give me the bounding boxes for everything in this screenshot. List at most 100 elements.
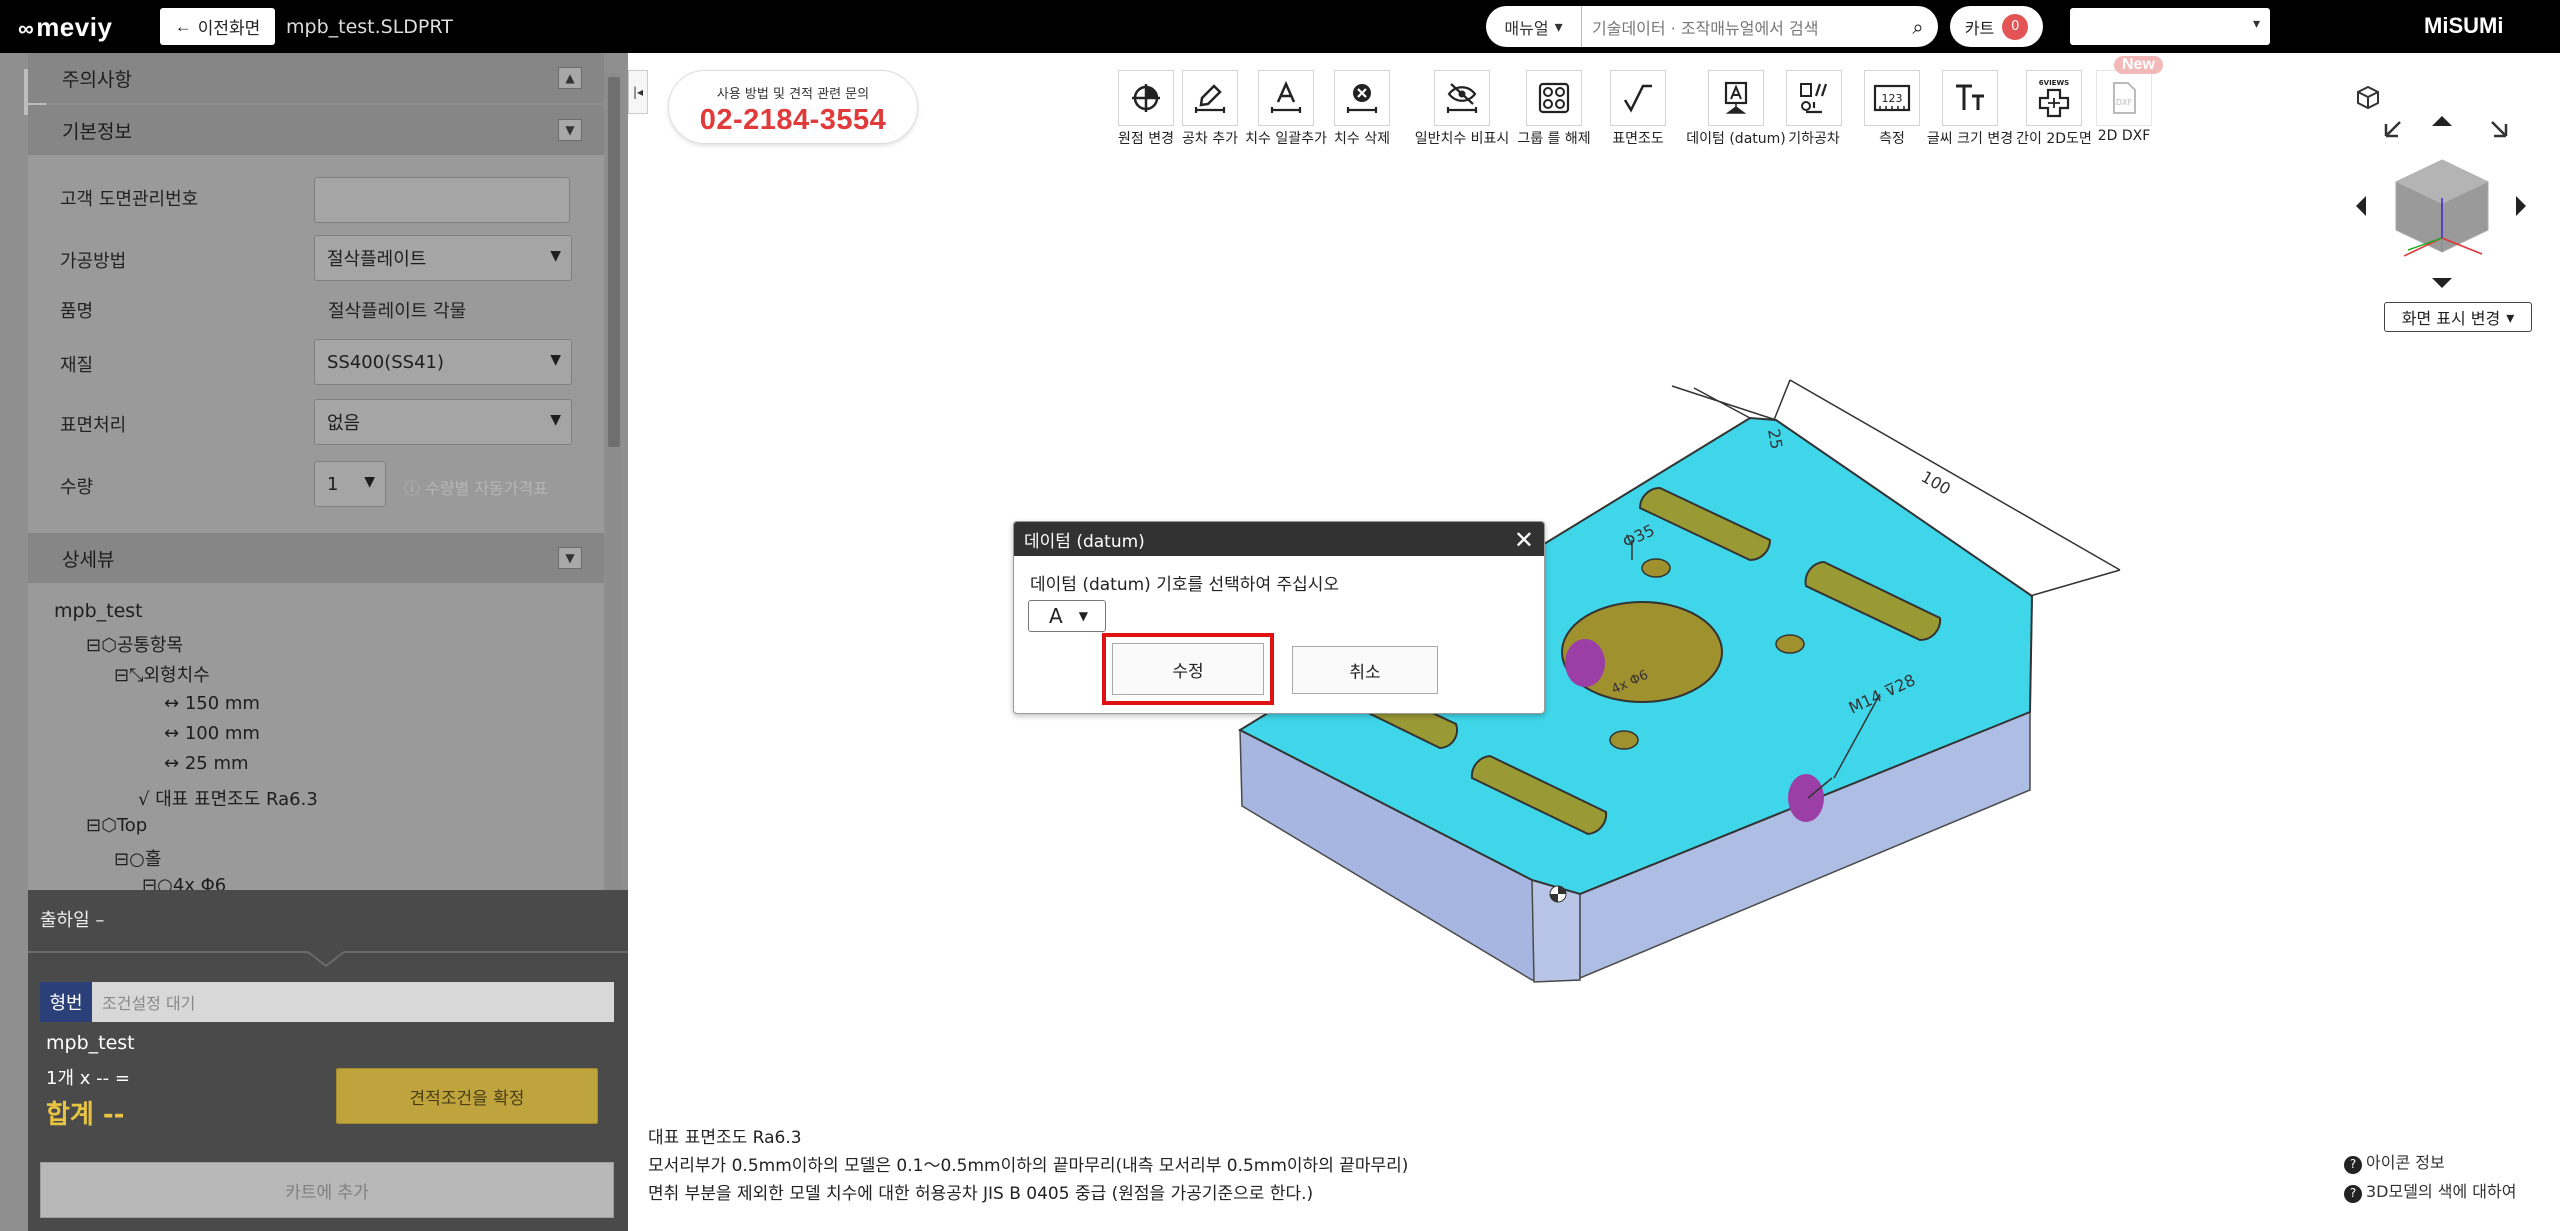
collapse-icon: ⊟: [142, 875, 158, 891]
add-to-cart-button[interactable]: 카트에 추가: [40, 1162, 614, 1218]
tool-label: 치수 일괄추가: [1245, 131, 1327, 147]
tree-outer[interactable]: ⊟⤡외형치수: [114, 661, 210, 687]
delete-dimension-button[interactable]: [1334, 70, 1390, 126]
view-cube[interactable]: [2340, 78, 2540, 308]
rotate-right-arrow-icon[interactable]: [2516, 196, 2526, 216]
dxf-button[interactable]: DXF: [2096, 70, 2152, 126]
contact-phone: 02-2184-3554: [699, 104, 887, 136]
chevron-down-icon[interactable]: ▼: [558, 547, 582, 569]
dim-25-label[interactable]: 25: [1764, 427, 1786, 450]
datum-symbol-select[interactable]: A ▼: [1028, 600, 1106, 632]
ship-date-label: 출하일 –: [40, 910, 105, 931]
part-hole-purple: [1565, 639, 1605, 687]
tree-z[interactable]: ↔ 25 mm: [164, 753, 249, 774]
part-number-tag: 형번: [40, 982, 92, 1022]
ungroup-button[interactable]: [1526, 70, 1582, 126]
tree-roughness[interactable]: √ 대표 표면조도 Ra6.3: [138, 785, 318, 811]
pencil-icon: [1194, 84, 1226, 113]
surface-roughness-button[interactable]: [1610, 70, 1666, 126]
tool-label: 공차 추가: [1182, 131, 1238, 147]
dxf-file-icon: DXF: [2113, 82, 2136, 114]
svg-text:DXF: DXF: [2116, 98, 2133, 107]
tool-label: 표면조도: [1612, 131, 1664, 147]
sidebar-scroll-thumb[interactable]: [608, 77, 620, 447]
hide-general-dimension-button[interactable]: [1434, 70, 1490, 126]
datum-symbol-value: A: [1049, 604, 1063, 628]
font-size-button[interactable]: [1942, 70, 1998, 126]
cart-button[interactable]: 카트 0: [1950, 6, 2043, 47]
help-icon: ?: [2344, 1184, 2362, 1203]
edit-button[interactable]: 수정: [1112, 643, 1264, 695]
z-dim-icon: ↔: [164, 753, 185, 774]
tool-label: 원점 변경: [1118, 131, 1174, 147]
product-value: 절삭플레이트 각물: [328, 301, 467, 322]
tree-top[interactable]: ⊟⬡Top: [86, 815, 147, 836]
chevron-down-icon[interactable]: ▼: [558, 119, 582, 141]
search-icon[interactable]: ⌕: [1898, 15, 1938, 39]
collapse-sidebar-icon[interactable]: |◂: [628, 70, 648, 114]
tree-x[interactable]: ↔ 150 mm: [164, 693, 260, 714]
svg-text:123: 123: [1882, 92, 1903, 105]
tree-hole-label: 홀: [144, 849, 162, 870]
meviy-logo[interactable]: ∞meviy: [18, 12, 112, 43]
surface-label: 표면처리: [60, 415, 127, 436]
letter-a-dimension-icon: [1270, 80, 1302, 113]
model-color-link[interactable]: ? 3D모델의 색에 대하여: [2344, 1177, 2516, 1206]
confirm-quote-button[interactable]: 견적조건을 확정: [336, 1068, 598, 1124]
misumi-logo[interactable]: MiSUMi: [2424, 13, 2503, 39]
contact-box: 사용 방법 및 견적 관련 문의 02-2184-3554: [668, 70, 918, 144]
qty-price-link[interactable]: ⓘ 수량별 자동가격표: [404, 475, 548, 499]
cube-icon: ⬡: [101, 815, 117, 836]
cube-icon[interactable]: [2395, 159, 2489, 257]
detail-view-title: 상세뷰: [62, 548, 115, 571]
geometric-tolerance-button[interactable]: [1786, 70, 1842, 126]
origin-marker-icon: [1549, 885, 1567, 903]
qty-select[interactable]: 1 ▼: [314, 461, 386, 507]
rotate-right-icon[interactable]: [2491, 121, 2508, 138]
customer-no-input[interactable]: [314, 177, 570, 223]
cancel-button[interactable]: 취소: [1292, 646, 1438, 694]
tree-outer-label: 외형치수: [143, 665, 210, 686]
simple-2d-drawing-button[interactable]: 6VIEWS: [2026, 70, 2082, 126]
tree-y[interactable]: ↔ 100 mm: [164, 723, 260, 744]
search-box: 매뉴얼 ▾ 기술데이터 · 조작매뉴얼에서 검색 ⌕: [1486, 6, 1938, 47]
process-select[interactable]: 절삭플레이트 ▼: [314, 235, 572, 281]
chevron-down-icon: ▼: [550, 248, 561, 264]
close-icon[interactable]: ✕: [1514, 526, 1534, 554]
order-panel: 출하일 – 형번 조건설정 대기 mpb_test 1개 x -- = 합계 -…: [28, 890, 628, 1231]
basic-info-section-header[interactable]: 기본정보 ▼: [28, 105, 604, 155]
datum-button[interactable]: [1708, 70, 1764, 126]
search-input[interactable]: 기술데이터 · 조작매뉴얼에서 검색: [1582, 15, 1898, 39]
process-value: 절삭플레이트: [327, 249, 427, 270]
material-select[interactable]: SS400(SS41) ▼: [314, 339, 572, 385]
datum-icon: [1724, 81, 1748, 114]
measure-button[interactable]: 123: [1864, 70, 1920, 126]
surface-select[interactable]: 없음 ▼: [314, 399, 572, 445]
icon-info-link[interactable]: ? 아이콘 정보: [2344, 1148, 2516, 1177]
rotate-up-icon[interactable]: [2432, 116, 2452, 126]
add-tolerance-button[interactable]: [1182, 70, 1238, 126]
back-button[interactable]: ← 이전화면: [160, 8, 275, 45]
tree-common[interactable]: ⊟⬡공통항목: [86, 631, 183, 657]
origin-change-button[interactable]: [1118, 70, 1174, 126]
tree-hole[interactable]: ⊟○홀: [114, 845, 161, 871]
rotate-down-icon[interactable]: [2432, 278, 2452, 288]
tool-label: 글씨 크기 변경: [1926, 131, 2014, 147]
search-scope-select[interactable]: 매뉴얼 ▾: [1486, 6, 1582, 47]
tree-root[interactable]: mpb_test: [54, 600, 143, 622]
origin-icon: [1132, 84, 1160, 112]
chevron-up-icon[interactable]: ▲: [558, 67, 582, 89]
tree-hole-item[interactable]: ⊟○4x Φ6: [142, 875, 226, 891]
product-label: 품명: [60, 301, 94, 322]
home-cube-icon[interactable]: [2357, 85, 2379, 110]
account-select[interactable]: ▾: [2070, 8, 2270, 45]
bulk-dimension-button[interactable]: [1258, 70, 1314, 126]
notice-section-header[interactable]: 주의사항 ▲: [28, 53, 604, 103]
dialog-header: 데이텀 (datum) ✕: [1014, 522, 1544, 556]
view-mode-select[interactable]: 화면 표시 변경 ▾: [2384, 302, 2532, 332]
search-scope-label: 매뉴얼: [1504, 18, 1549, 38]
detail-view-section-header[interactable]: 상세뷰 ▼: [28, 533, 604, 583]
rotate-left-arrow-icon[interactable]: [2356, 196, 2366, 216]
rotate-left-icon[interactable]: [2384, 121, 2401, 138]
qty-value: 1: [327, 473, 339, 495]
